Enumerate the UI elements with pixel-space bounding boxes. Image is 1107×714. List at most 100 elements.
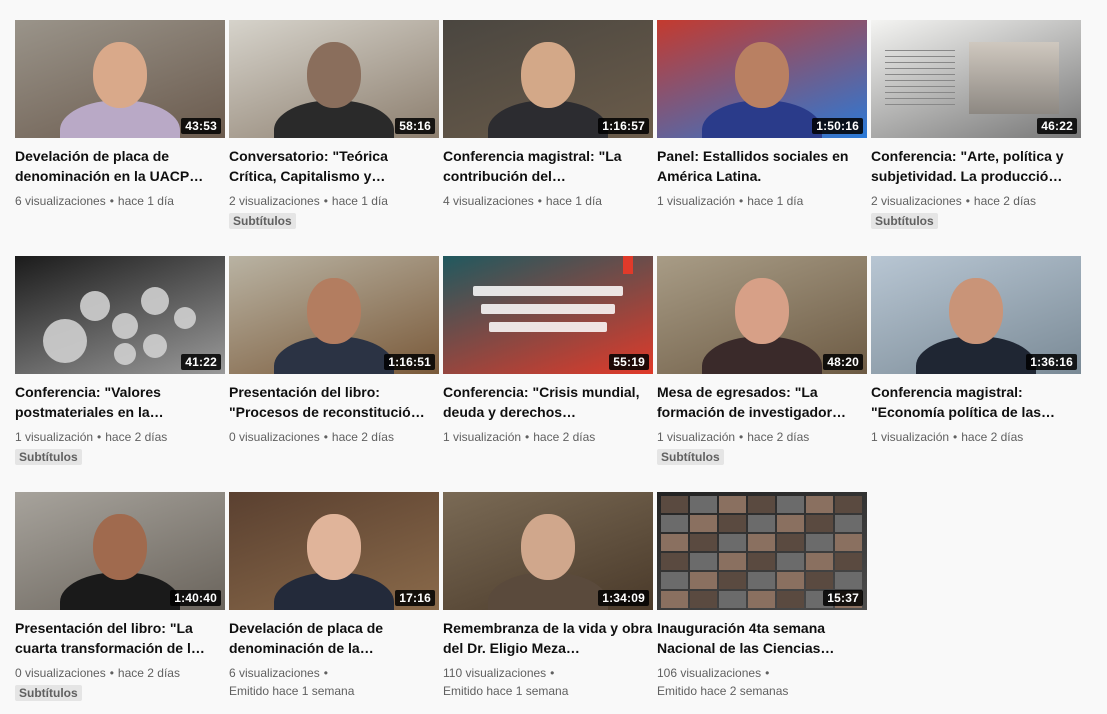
- person-head: [949, 278, 1003, 344]
- person-head: [735, 42, 789, 108]
- upload-age: Emitido hace 1 semana: [229, 684, 355, 698]
- video-card[interactable]: 1:50:16 Panel: Estallidos sociales en Amé…: [657, 20, 867, 210]
- view-count: 1 visualización: [657, 194, 736, 208]
- mindmap-node: [80, 291, 110, 321]
- participant-tile: [835, 534, 862, 551]
- participant-tile: [777, 534, 804, 551]
- video-title[interactable]: Conferencia magistral: "Economía polític…: [871, 382, 1081, 422]
- subtitles-badge: Subtítulos: [15, 685, 82, 701]
- participant-tile: [748, 572, 775, 589]
- participant-tile: [748, 515, 775, 532]
- video-title[interactable]: Conferencia: "Crisis mundial, deuda y de…: [443, 382, 653, 422]
- video-thumbnail[interactable]: 55:19: [443, 256, 653, 374]
- video-card[interactable]: 17:16 Develación de placa de denominación…: [229, 492, 439, 700]
- participant-tile: [835, 572, 862, 589]
- separator: •: [537, 194, 542, 208]
- view-count: 1 visualización: [657, 430, 736, 444]
- video-metadata: 1 visualización • hace 2 días: [443, 428, 653, 446]
- participant-tile: [719, 534, 746, 551]
- video-title[interactable]: Conferencia magistral: "La contribución …: [443, 146, 653, 186]
- video-title[interactable]: Presentación del libro: "Procesos de rec…: [229, 382, 439, 422]
- video-thumbnail[interactable]: 43:53: [15, 20, 225, 138]
- mindmap-node: [43, 319, 87, 363]
- video-title[interactable]: Conversatorio: "Teórica Crítica, Capital…: [229, 146, 439, 186]
- video-card[interactable]: 1:36:16 Conferencia magistral: "Economía …: [871, 256, 1081, 446]
- person-head: [521, 42, 575, 108]
- video-title[interactable]: Remembranza de la vida y obra del Dr. El…: [443, 618, 653, 658]
- video-thumbnail[interactable]: 1:50:16: [657, 20, 867, 138]
- video-title[interactable]: Conferencia: "Arte, política y subjetivi…: [871, 146, 1081, 186]
- participant-tile: [719, 515, 746, 532]
- video-card[interactable]: 58:16 Conversatorio: "Teórica Crítica, Ca…: [229, 20, 439, 230]
- video-thumbnail[interactable]: 17:16: [229, 492, 439, 610]
- video-card[interactable]: 15:37 Inauguración 4ta semana Nacional de…: [657, 492, 867, 700]
- video-thumbnail[interactable]: 41:22: [15, 256, 225, 374]
- video-title[interactable]: Develación de placa de denominación de l…: [229, 618, 439, 658]
- video-metadata: 6 visualizaciones • hace 1 día: [15, 192, 225, 210]
- video-thumbnail[interactable]: 1:16:51: [229, 256, 439, 374]
- video-thumbnail[interactable]: 1:16:57: [443, 20, 653, 138]
- person-head: [521, 514, 575, 580]
- separator: •: [323, 194, 328, 208]
- participant-tile: [719, 591, 746, 608]
- upload-age: hace 1 día: [117, 194, 174, 208]
- video-thumbnail[interactable]: 48:20: [657, 256, 867, 374]
- video-card[interactable]: 1:16:51 Presentación del libro: "Procesos…: [229, 256, 439, 446]
- participant-tile: [777, 591, 804, 608]
- video-card[interactable]: 48:20 Mesa de egresados: "La formación de…: [657, 256, 867, 466]
- duration-badge: 1:16:57: [598, 118, 649, 134]
- video-thumbnail[interactable]: 1:36:16: [871, 256, 1081, 374]
- duration-badge: 1:50:16: [812, 118, 863, 134]
- view-count: 4 visualizaciones: [443, 194, 534, 208]
- video-metadata: 2 visualizaciones • hace 1 día: [229, 192, 439, 210]
- video-title[interactable]: Presentación del libro: "La cuarta trans…: [15, 618, 225, 658]
- video-card[interactable]: 1:34:09 Remembranza de la vida y obra del…: [443, 492, 653, 700]
- upload-age: Emitido hace 1 semana: [443, 684, 569, 698]
- video-thumbnail[interactable]: 58:16: [229, 20, 439, 138]
- video-title[interactable]: Panel: Estallidos sociales en América La…: [657, 146, 867, 186]
- separator: •: [739, 430, 744, 444]
- separator: •: [965, 194, 970, 208]
- video-title[interactable]: Develación de placa de denominación en l…: [15, 146, 225, 186]
- participant-tile: [661, 572, 688, 589]
- duration-badge: 1:40:40: [170, 590, 221, 606]
- participant-tile: [806, 572, 833, 589]
- duration-badge: 46:22: [1037, 118, 1077, 134]
- subtitles-badge: Subtítulos: [229, 213, 296, 229]
- video-card[interactable]: 41:22 Conferencia: "Valores postmateriale…: [15, 256, 225, 466]
- video-thumbnail[interactable]: 15:37: [657, 492, 867, 610]
- participant-tile: [690, 515, 717, 532]
- slide-accent: [623, 256, 633, 274]
- participant-tile: [661, 515, 688, 532]
- participant-tile: [806, 515, 833, 532]
- slide-text-block: [885, 50, 955, 110]
- participant-tile: [661, 591, 688, 608]
- video-card[interactable]: 55:19 Conferencia: "Crisis mundial, deuda…: [443, 256, 653, 446]
- video-title[interactable]: Mesa de egresados: "La formación de inve…: [657, 382, 867, 422]
- duration-badge: 58:16: [395, 118, 435, 134]
- video-metadata: 106 visualizaciones • Emitido hace 2 seman…: [657, 664, 867, 700]
- separator: •: [525, 430, 530, 444]
- view-count: 1 visualización: [443, 430, 522, 444]
- video-card[interactable]: 43:53 Develación de placa de denominación…: [15, 20, 225, 210]
- video-thumbnail[interactable]: 46:22: [871, 20, 1081, 138]
- video-metadata: 0 visualizaciones • hace 2 días: [15, 664, 225, 682]
- video-thumbnail[interactable]: 1:34:09: [443, 492, 653, 610]
- duration-badge: 55:19: [609, 354, 649, 370]
- upload-age: hace 1 día: [545, 194, 602, 208]
- video-title[interactable]: Inauguración 4ta semana Nacional de las …: [657, 618, 867, 658]
- video-title[interactable]: Conferencia: "Valores postmateriales en …: [15, 382, 225, 422]
- view-count: 106 visualizaciones: [657, 666, 762, 680]
- person-head: [307, 42, 361, 108]
- video-card[interactable]: 1:40:40 Presentación del libro: "La cuart…: [15, 492, 225, 702]
- view-count: 1 visualización: [871, 430, 950, 444]
- video-card[interactable]: 1:16:57 Conferencia magistral: "La contri…: [443, 20, 653, 210]
- view-count: 2 visualizaciones: [871, 194, 962, 208]
- participant-tile: [777, 572, 804, 589]
- person-head: [735, 278, 789, 344]
- duration-badge: 48:20: [823, 354, 863, 370]
- participant-tile: [777, 553, 804, 570]
- video-thumbnail[interactable]: 1:40:40: [15, 492, 225, 610]
- separator: •: [953, 430, 958, 444]
- video-card[interactable]: 46:22 Conferencia: "Arte, política y subj…: [871, 20, 1081, 230]
